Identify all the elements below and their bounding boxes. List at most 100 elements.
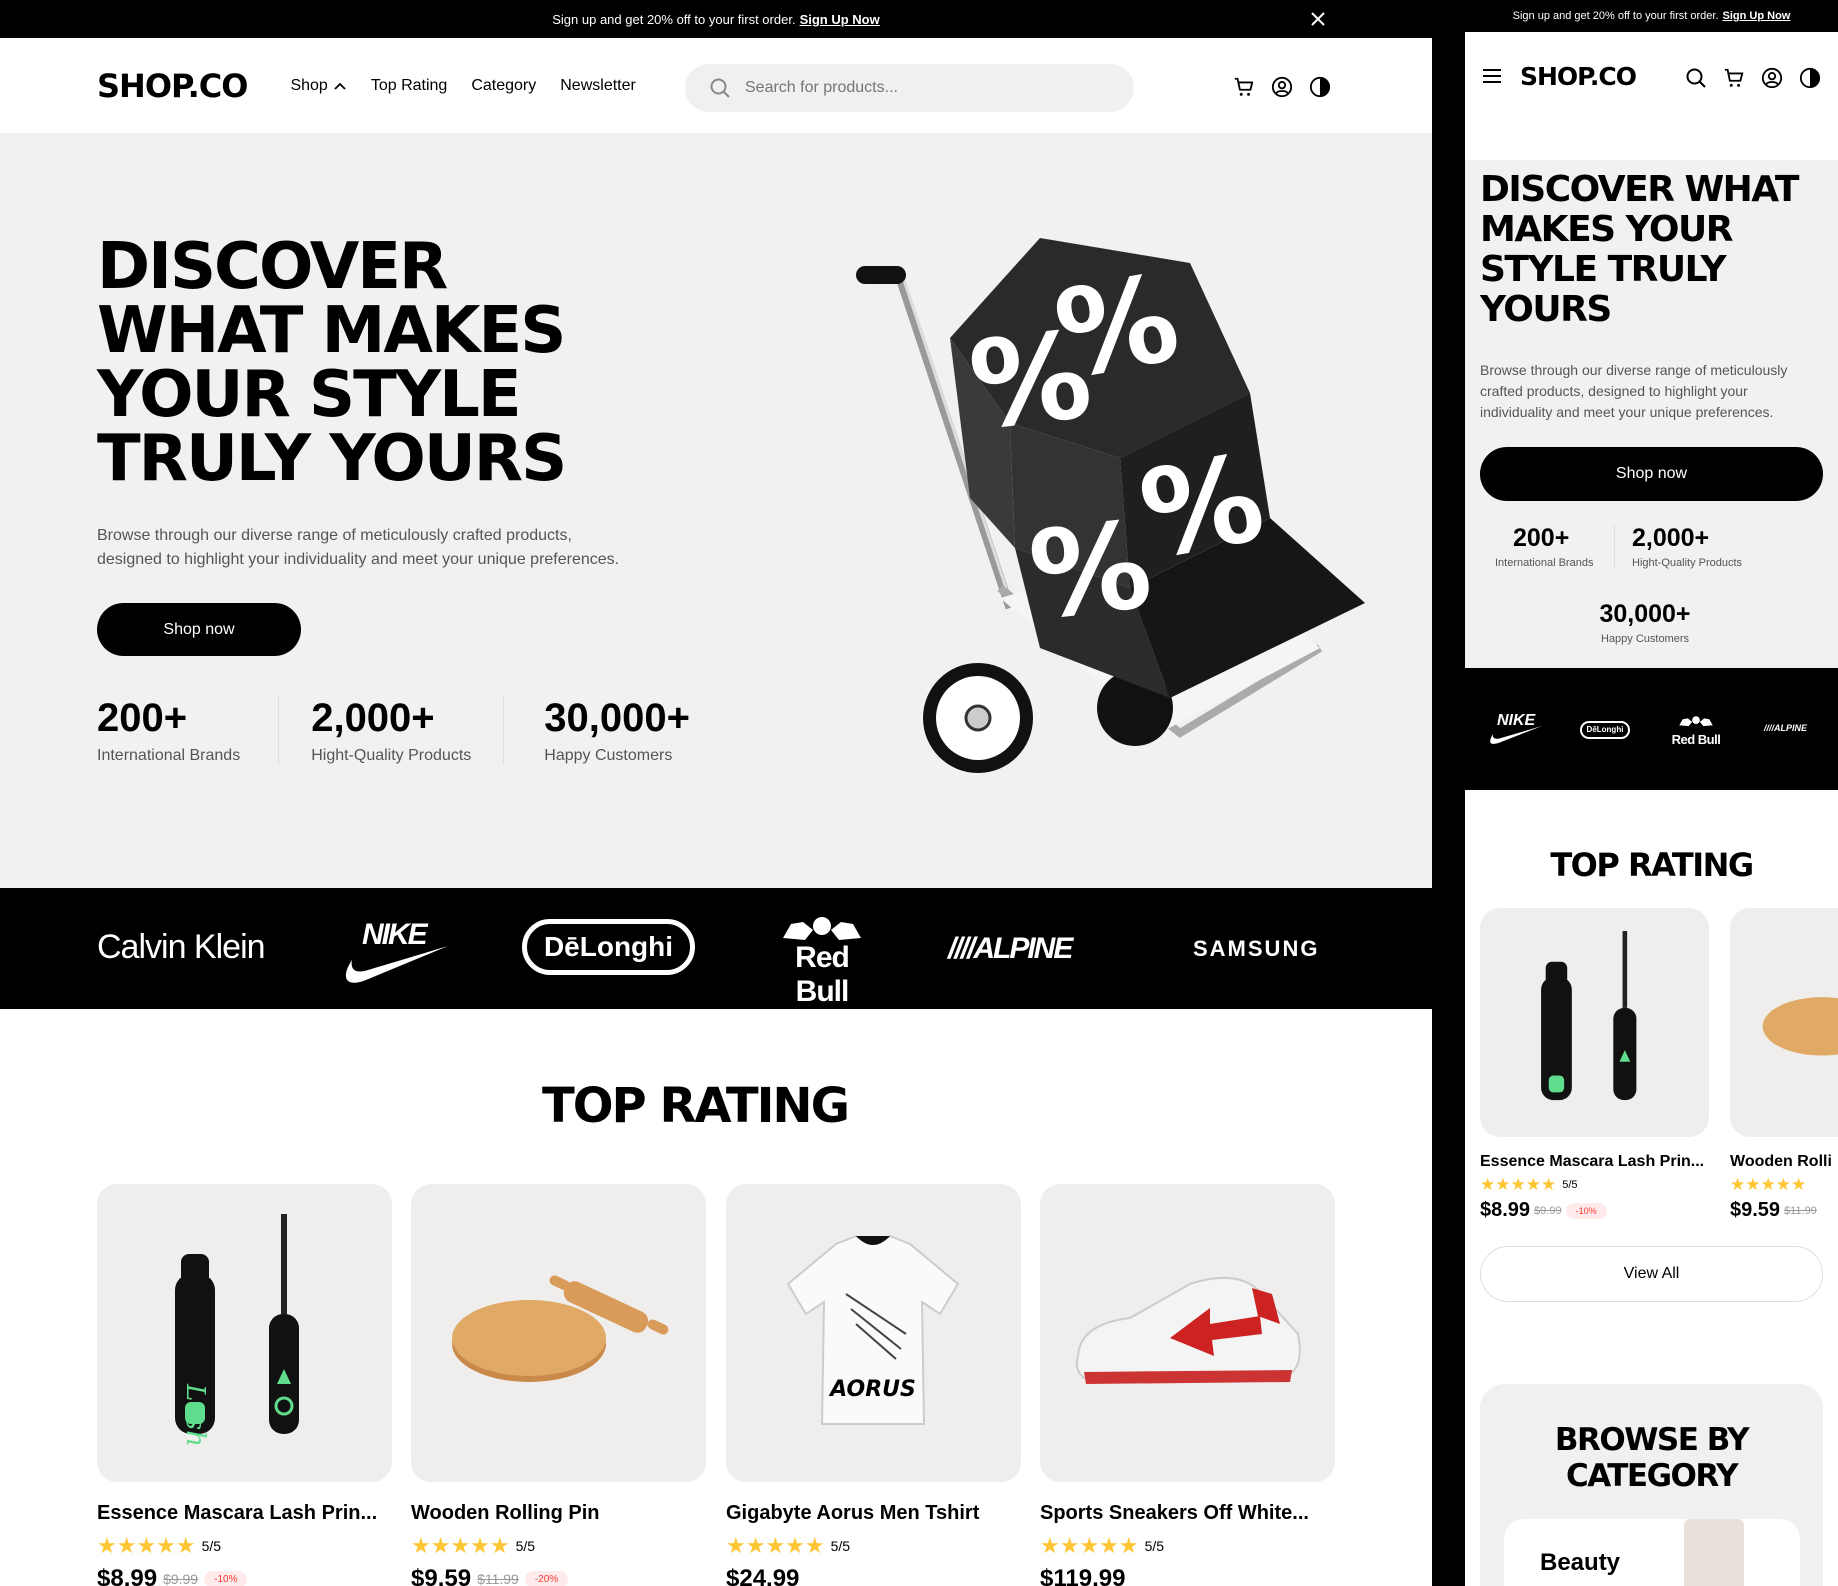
stat-label: Happy Customers [1600,633,1690,645]
brand-nike: NIKE [340,918,450,988]
search-icon[interactable] [1685,67,1707,89]
alpine-stripes-icon: //// [1764,723,1775,733]
svg-text:%: % [1131,429,1274,587]
hero-title: DISCOVER WHAT MAKES YOUR STYLE TRULY YOU… [97,230,567,496]
promo-text: Sign up and get 20% off to your first or… [552,11,796,27]
product-image[interactable] [1040,1184,1335,1482]
header: SHOP.CO Shop Top Rating Category Newslet… [0,38,1432,133]
promo-signup-link[interactable]: Sign Up Now [1723,10,1791,22]
shop-now-button[interactable]: Shop now [97,603,301,656]
category-label: Beauty [1540,1549,1621,1576]
product-image[interactable] [1730,908,1838,1137]
product-price: $8.99 [1480,1199,1531,1221]
rating-value: 5/5 [1562,1179,1578,1191]
search-bar[interactable] [685,64,1134,112]
stat-brands: 200+ International Brands [1495,524,1615,569]
theme-toggle-icon[interactable] [1799,67,1821,89]
brand-redbull: Red Bull [1671,714,1721,747]
product-card[interactable]: AORUS Gigabyte Aorus Men Tshirt ★★★★★ 5/5… [726,1184,1021,1586]
tshirt-image: AORUS [786,1234,960,1425]
rating-stars-icon: ★★★★★ [97,1533,196,1558]
bulls-icon [1679,716,1713,727]
promo-signup-link[interactable]: Sign Up Now [800,12,880,27]
stat-value: 30,000+ [1599,600,1691,628]
product-rating: ★★★★★ 5/5 [97,1533,392,1559]
product-grid: Lash Essence Mascara Lash Prin... ★★★★★ 5… [97,1184,1337,1586]
product-price: $9.59 [1730,1199,1781,1221]
nav-newsletter[interactable]: Newsletter [560,77,636,95]
tshirt-print-text: AORUS [828,1377,916,1402]
logo[interactable]: SHOP.CO [1520,62,1637,91]
cart-icon[interactable] [1233,76,1255,98]
theme-toggle-icon[interactable] [1309,76,1331,98]
product-price: $8.99 [97,1565,158,1586]
desktop-view: Sign up and get 20% off to your first or… [0,0,1432,1586]
product-image[interactable]: AORUS [726,1184,1021,1482]
product-old-price: $11.99 [477,1571,519,1586]
close-icon[interactable] [1310,11,1326,27]
promo-text: Sign up and get 20% off to your first or… [1512,10,1719,22]
search-input[interactable] [745,79,1085,97]
account-icon[interactable] [1271,76,1293,98]
svg-text:%: % [1046,249,1189,407]
stat-label: Hight-Quality Products [1632,557,1743,569]
product-name[interactable]: Essence Mascara Lash Prin... [97,1502,392,1525]
product-image[interactable] [1480,908,1709,1137]
product-name[interactable]: Wooden Rolli [1730,1153,1838,1171]
nav-shop[interactable]: Shop [290,77,346,95]
stat-value: 2,000+ [311,696,435,740]
product-image[interactable]: Lash [97,1184,392,1482]
product-price-row: $24.99 [726,1565,1021,1586]
nav-top-rating[interactable]: Top Rating [371,77,448,95]
product-price-row: $9.59 $11.99 -20% [411,1565,706,1586]
product-name[interactable]: Sports Sneakers Off White... [1040,1502,1335,1525]
product-price-row: $8.99 $9.99 -10% [97,1565,392,1586]
stat-products: 2,000+ Hight-Quality Products [279,696,505,765]
product-rating: ★★★★★ [1730,1175,1838,1195]
product-name[interactable]: Wooden Rolling Pin [411,1502,706,1525]
product-old-price: $9.99 [1534,1204,1562,1217]
hero-illustration: % % % % [856,238,1365,773]
mascara-image [1541,931,1637,1101]
browse-category-title: BROWSE BY CATEGORY [1480,1422,1823,1494]
nav-category[interactable]: Category [471,77,536,95]
shop-now-button[interactable]: Shop now [1480,447,1823,501]
product-card[interactable]: Lash Essence Mascara Lash Prin... ★★★★★ 5… [97,1184,392,1586]
brand-alpine-text: ALPINE [1774,723,1808,733]
product-name[interactable]: Gigabyte Aorus Men Tshirt [726,1502,1021,1525]
menu-icon[interactable] [1482,68,1502,84]
promo-bar: Sign up and get 20% off to your first or… [0,0,1432,38]
account-icon[interactable] [1761,67,1783,89]
brand-strip: Calvin Klein NIKE DēLonghi Red Bull ////… [0,888,1432,1009]
mobile-brand-strip: NIKE DēLonghi Red Bull ////ALPINE [1465,668,1838,790]
product-price-row: $9.59 $11.99 [1730,1199,1838,1222]
search-icon [709,77,731,99]
product-name[interactable]: Essence Mascara Lash Prin... [1480,1153,1709,1171]
logo[interactable]: SHOP.CO [97,67,248,105]
product-card[interactable]: Sports Sneakers Off White... ★★★★★ 5/5 $1… [1040,1184,1335,1586]
view-all-button[interactable]: View All [1480,1246,1823,1302]
product-card[interactable]: Wooden Rolling Pin ★★★★★ 5/5 $9.59 $11.99-… [411,1184,706,1586]
mobile-view: Sign up and get 20% off to your first or… [1465,0,1838,1586]
product-price: $24.99 [726,1565,800,1586]
stat-label: Hight-Quality Products [311,747,472,764]
main-nav: Shop Top Rating Category Newsletter [290,77,635,95]
mobile-header: SHOP.CO [1465,32,1838,160]
category-card-beauty[interactable]: Beauty [1504,1519,1800,1586]
brand-redbull: Red Bull [770,914,874,1009]
product-price-row: $8.99 $9.99 -10% [1480,1199,1709,1222]
product-image[interactable] [411,1184,706,1482]
alpine-stripes-icon: //// [948,932,975,965]
top-rating-title: TOP RATING [1550,846,1754,884]
discount-badge: -20% [524,1570,569,1586]
cart-icon[interactable] [1723,67,1745,89]
hero-description: Browse through our diverse range of meti… [97,524,619,572]
stat-value: 200+ [97,696,188,740]
mobile-header-actions [1685,67,1821,89]
product-rating: ★★★★★ 5/5 [1480,1175,1709,1195]
product-card[interactable]: Wooden Rolli ★★★★★ $9.59 $11.99 [1730,908,1838,1222]
product-card[interactable]: Essence Mascara Lash Prin... ★★★★★ 5/5 $8… [1480,908,1709,1222]
stat-customers: 30,000+ Happy Customers [504,696,690,765]
brand-alpine: ////ALPINE [948,932,1073,966]
stat-value: 200+ [1513,524,1570,552]
